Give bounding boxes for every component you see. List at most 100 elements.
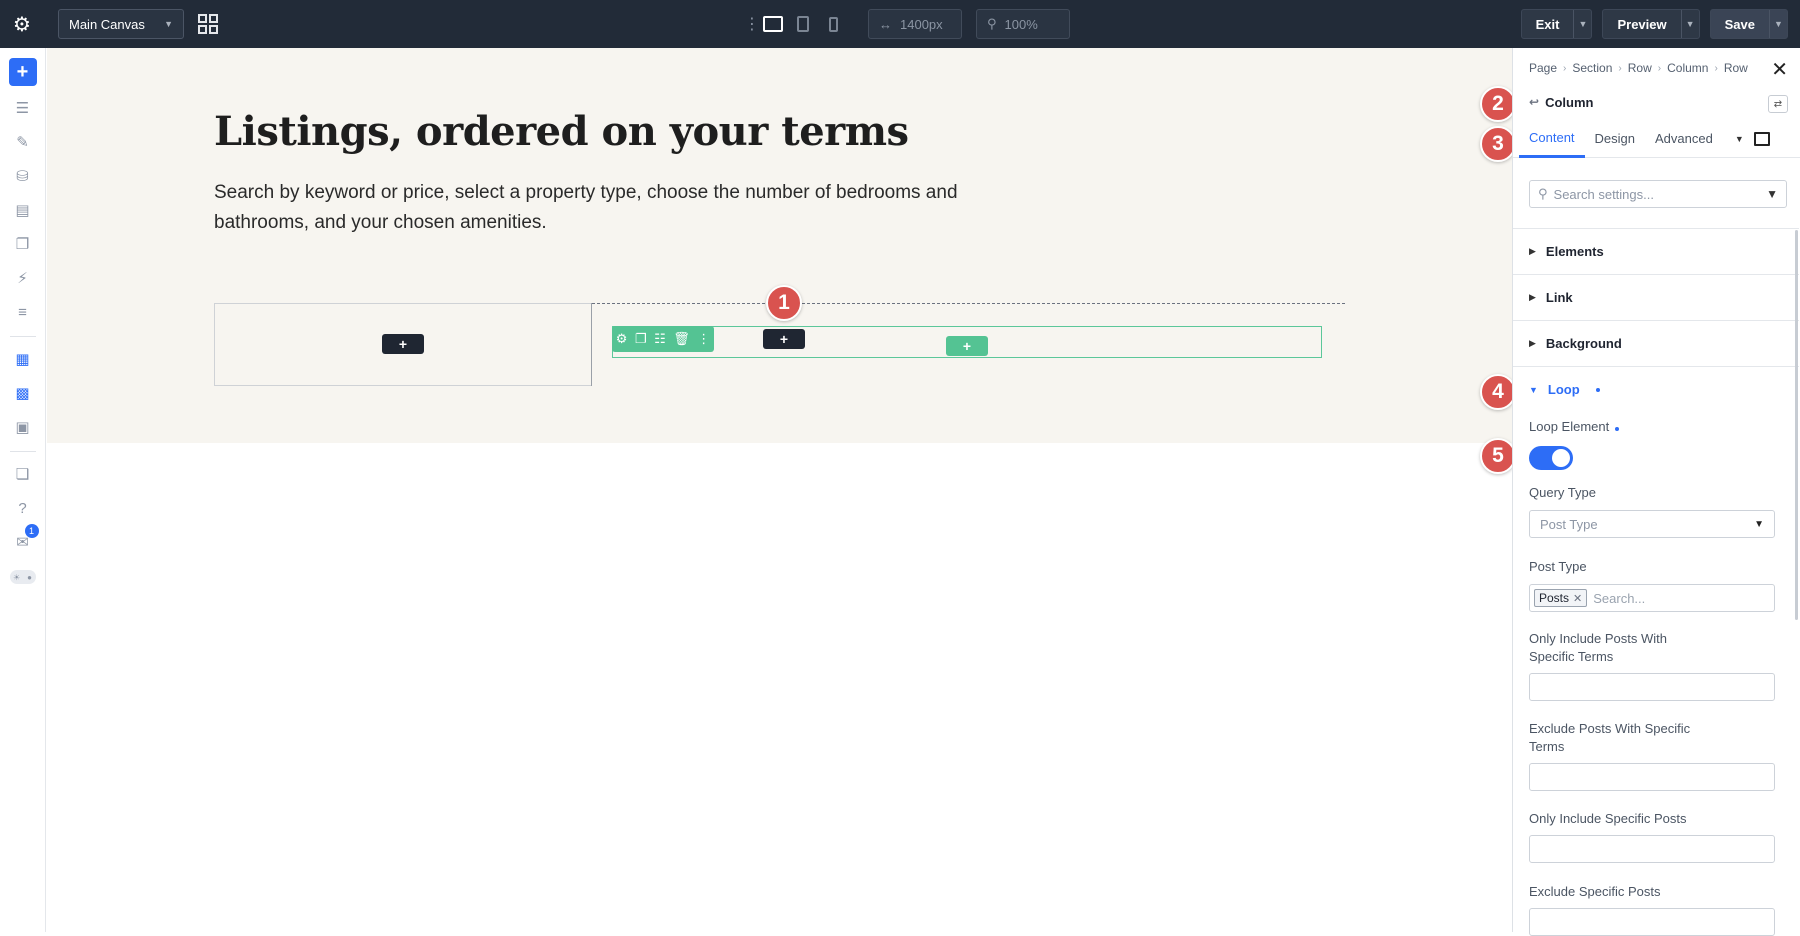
loop-element-toggle[interactable] xyxy=(1529,446,1573,470)
group-link[interactable]: ▶ Link xyxy=(1513,274,1799,320)
exit-dropdown-icon[interactable]: ▼ xyxy=(1573,10,1591,38)
breadcrumb: Page › Section › Row › Column › Row xyxy=(1529,61,1748,75)
left-sidebar: + ☰ ✎ ⛁ ▤ ❐ ⚡ ≡ ▦ ▩ ▣ ❏ ? ✉ 1 ☀ ● xyxy=(0,48,46,932)
exit-button[interactable]: Exit ▼ xyxy=(1520,9,1593,39)
exclude-terms-input[interactable] xyxy=(1529,763,1775,791)
toggle-knob xyxy=(1552,449,1570,467)
tablet-view-icon[interactable] xyxy=(790,12,816,36)
group-loop[interactable]: ▼ Loop xyxy=(1513,366,1799,412)
remove-tag-icon[interactable]: ✕ xyxy=(1573,592,1582,605)
builder-canvas[interactable]: Listings, ordered on your terms Search b… xyxy=(47,48,1512,932)
row-toolbar: ⚙ ❐ ☷ 🗑 ⋮ xyxy=(612,326,714,352)
layers-icon[interactable]: ☰ xyxy=(11,96,35,120)
exclude-terms-label: Exclude Posts With Specific Terms xyxy=(1529,720,1690,756)
row-duplicate-icon[interactable]: ❐ xyxy=(635,331,647,347)
post-type-tag-label: Posts xyxy=(1539,591,1570,605)
breadcrumb-row[interactable]: Row xyxy=(1628,61,1652,75)
column-outline xyxy=(592,303,1345,304)
database-icon[interactable]: ⛁ xyxy=(11,164,35,188)
left-column[interactable]: + xyxy=(214,303,592,386)
save-button[interactable]: Save ▼ xyxy=(1709,9,1788,39)
tabs-dropdown-icon[interactable]: ▼ xyxy=(1735,134,1744,144)
panel-dock-icon[interactable] xyxy=(1753,131,1770,146)
breadcrumb-column[interactable]: Column xyxy=(1667,61,1708,75)
row-delete-trash-icon[interactable]: 🗑 xyxy=(673,331,690,347)
template-settings-icon[interactable]: ▣ xyxy=(11,415,35,439)
help-icon[interactable]: ? xyxy=(11,496,35,520)
loop-builder-icon[interactable]: ▦ xyxy=(11,347,35,371)
save-dropdown-icon[interactable]: ▼ xyxy=(1769,10,1787,38)
step-marker-5: 5 xyxy=(1480,438,1516,474)
preview-dropdown-icon[interactable]: ▼ xyxy=(1680,10,1699,38)
theme-toggle[interactable]: ☀ ● xyxy=(9,570,36,584)
hero-section[interactable]: Listings, ordered on your terms Search b… xyxy=(47,48,1512,443)
settings-gear-icon[interactable]: ⚙ xyxy=(0,0,44,48)
group-elements[interactable]: ▶ Elements xyxy=(1513,228,1799,274)
settings-list-icon[interactable]: ≡ xyxy=(11,300,35,324)
save-label: Save xyxy=(1724,16,1755,32)
desktop-view-icon[interactable] xyxy=(760,12,786,36)
only-include-posts-input[interactable] xyxy=(1529,835,1775,863)
only-include-terms-input[interactable] xyxy=(1529,673,1775,701)
loop-element-text: Loop Element xyxy=(1529,419,1610,434)
phone-view-icon[interactable] xyxy=(820,12,846,36)
chevron-right-icon: › xyxy=(1657,62,1662,74)
layouts-icon[interactable]: ❏ xyxy=(11,462,35,486)
caret-down-icon: ▼ xyxy=(1529,384,1538,395)
breadcrumb-section[interactable]: Section xyxy=(1572,61,1612,75)
filter-icon[interactable]: ▼ xyxy=(1766,187,1778,201)
row-more-icon[interactable]: ⋮ xyxy=(697,331,710,347)
tab-advanced[interactable]: Advanced xyxy=(1645,120,1723,158)
pages-icon[interactable]: ❐ xyxy=(11,232,35,256)
panel-scrollbar[interactable] xyxy=(1795,230,1798,620)
zoom-value: 100% xyxy=(1004,16,1038,32)
design-library-icon[interactable]: ✎ xyxy=(11,130,35,154)
exit-label: Exit xyxy=(1535,16,1560,32)
modified-dot xyxy=(1595,387,1600,392)
more-vertical-icon[interactable]: ⋮ xyxy=(744,14,760,34)
loop-query-icon[interactable]: ▩ xyxy=(11,381,35,405)
interactions-lightning-icon[interactable]: ⚡ xyxy=(11,266,35,290)
canvas-select[interactable]: Main Canvas ▼ xyxy=(58,9,184,39)
zoom-field[interactable]: ⚲ 100% xyxy=(976,9,1070,39)
add-row-module-button[interactable]: + xyxy=(763,329,805,349)
back-arrow-icon[interactable]: ↩ xyxy=(1529,95,1539,109)
only-include-terms-label: Only Include Posts With Specific Terms xyxy=(1529,630,1667,666)
add-module-button[interactable]: + xyxy=(382,334,424,354)
close-panel-icon[interactable]: ✕ xyxy=(1771,57,1788,82)
notification-badge: 1 xyxy=(24,524,39,538)
tab-content[interactable]: Content xyxy=(1519,120,1585,158)
panel-context-title: Column xyxy=(1545,94,1594,110)
panel-options-icon[interactable]: ⇄ xyxy=(1768,95,1788,113)
canvas-width-field[interactable]: ↔ 1400px xyxy=(868,9,962,39)
step-marker-2: 2 xyxy=(1480,86,1516,122)
query-type-select[interactable]: Post Type ▼ xyxy=(1529,510,1775,538)
forms-icon[interactable]: ▤ xyxy=(11,198,35,222)
grid-layout-icon[interactable] xyxy=(196,12,220,36)
step-marker-1: 1 xyxy=(766,285,802,321)
add-element-button[interactable]: + xyxy=(8,58,37,86)
post-type-search-placeholder: Search... xyxy=(1593,590,1646,606)
only-include-terms-line2: Specific Terms xyxy=(1529,649,1614,664)
notifications-megaphone-icon[interactable]: ✉ 1 xyxy=(11,524,39,554)
modified-dot xyxy=(1615,427,1620,431)
sun-icon: ☀ xyxy=(12,572,21,582)
breadcrumb-row-current[interactable]: Row xyxy=(1724,61,1748,75)
settings-search-input[interactable]: ⚲ Search settings... ▼ xyxy=(1529,180,1787,208)
rail-divider xyxy=(9,451,36,452)
preview-button[interactable]: Preview ▼ xyxy=(1602,9,1700,39)
tab-design[interactable]: Design xyxy=(1585,120,1645,158)
add-row-button[interactable]: + xyxy=(946,336,988,356)
hero-description[interactable]: Search by keyword or price, select a pro… xyxy=(214,178,1044,238)
row-settings-gear-icon[interactable]: ⚙ xyxy=(616,331,628,347)
group-background[interactable]: ▶ Background xyxy=(1513,320,1799,366)
hero-title[interactable]: Listings, ordered on your terms xyxy=(214,108,909,155)
group-elements-label: Elements xyxy=(1545,244,1604,259)
caret-right-icon: ▶ xyxy=(1529,246,1536,256)
breadcrumb-page[interactable]: Page xyxy=(1529,61,1557,75)
row-columns-icon[interactable]: ☷ xyxy=(654,331,666,347)
post-type-input[interactable]: Posts ✕ Search... xyxy=(1529,584,1775,612)
query-type-value: Post Type xyxy=(1540,516,1598,532)
search-icon: ⚲ xyxy=(1538,186,1548,201)
exclude-terms-line1: Exclude Posts With Specific xyxy=(1529,721,1691,736)
